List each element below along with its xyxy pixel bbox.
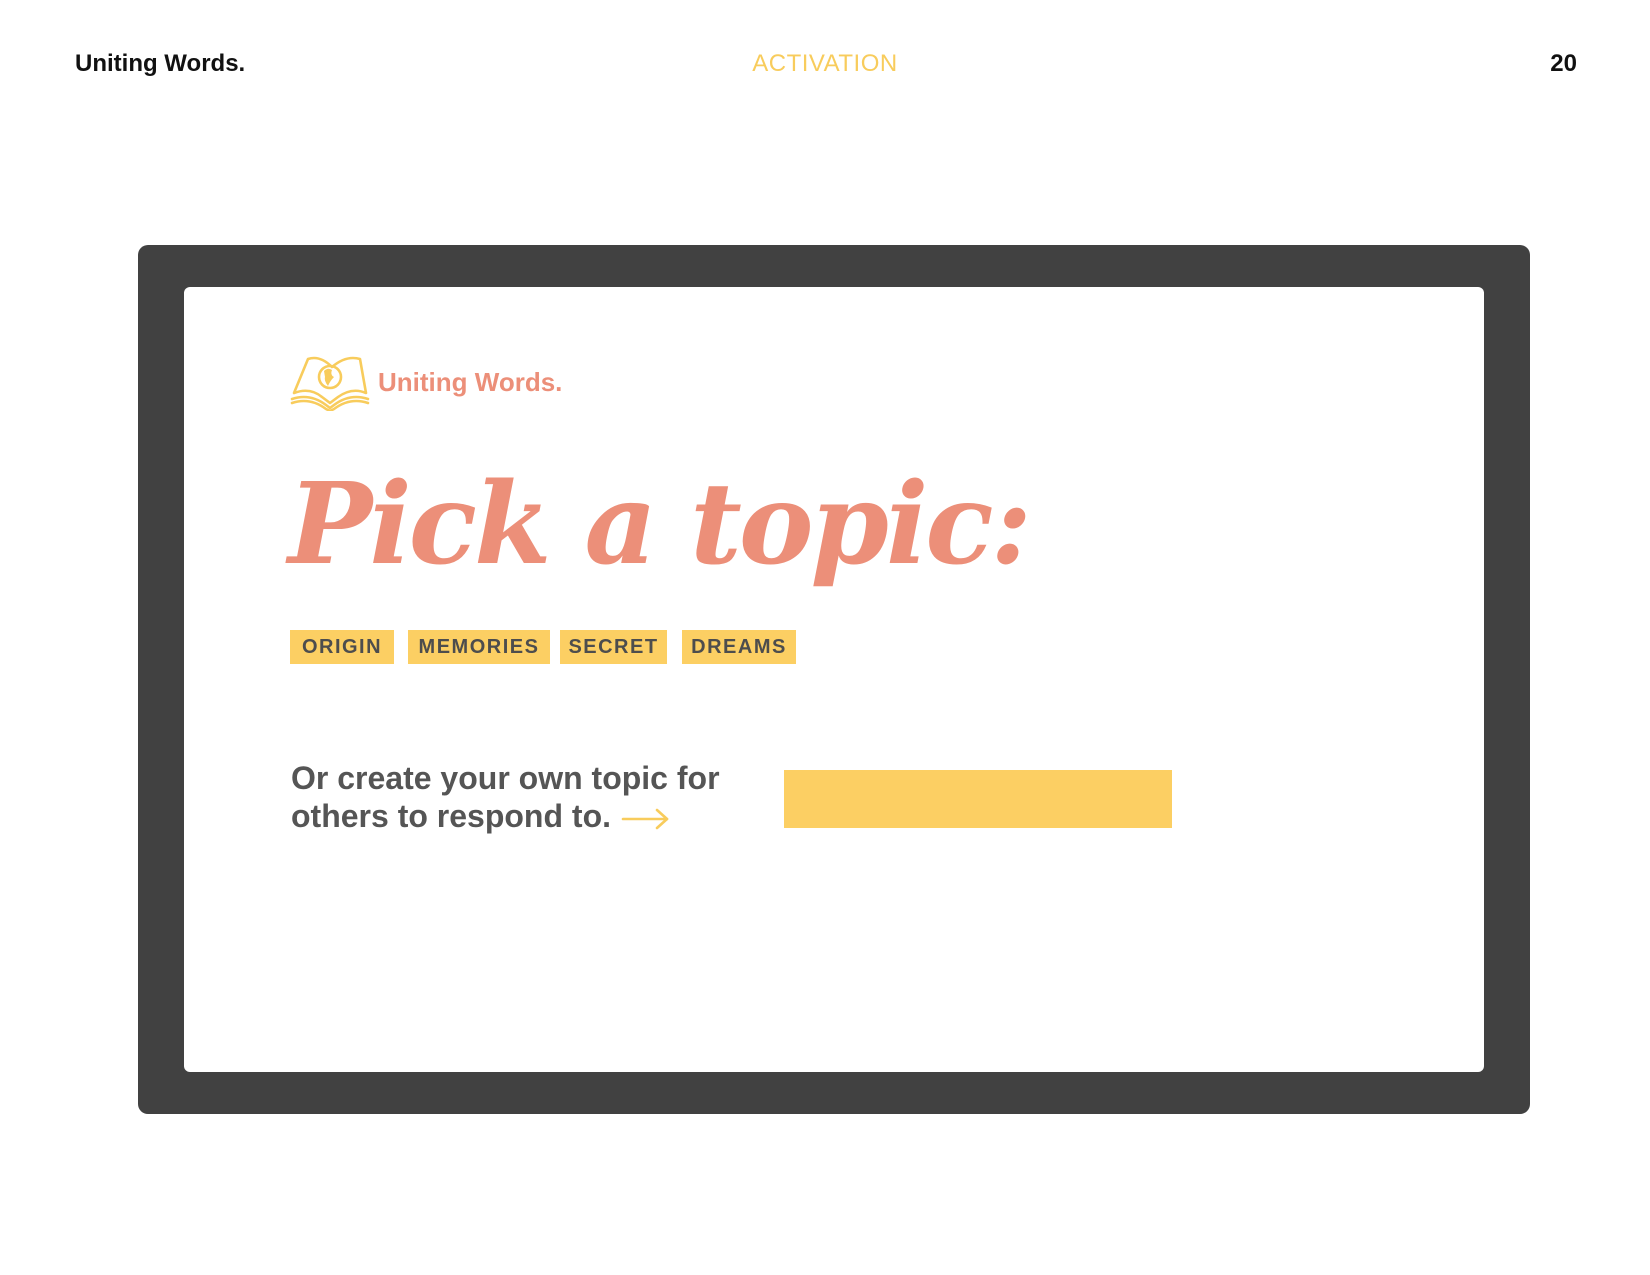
section-title: ACTIVATION <box>752 50 898 77</box>
topic-button-secret[interactable]: SECRET <box>560 630 667 664</box>
page-title: Pick a topic: <box>288 459 1032 590</box>
page: Uniting Words. ACTIVATION 20 Uniting Wor… <box>0 0 1650 1275</box>
custom-topic-prompt: Or create your own topic for others to r… <box>291 759 771 835</box>
arrow-right-icon <box>621 808 669 829</box>
topic-button-dreams[interactable]: DREAMS <box>682 630 796 664</box>
open-book-globe-icon <box>290 356 370 411</box>
device-screen: Uniting Words. Pick a topic: ORIGIN MEMO… <box>184 287 1484 1072</box>
topic-button-memories[interactable]: MEMORIES <box>408 630 550 664</box>
prompt-line-1: Or create your own topic for <box>291 760 720 796</box>
prompt-line-2: others to respond to. <box>291 798 611 834</box>
custom-topic-input[interactable] <box>784 770 1172 828</box>
prompt-line-2-wrap: others to respond to. <box>291 797 771 835</box>
topic-button-origin[interactable]: ORIGIN <box>290 630 394 664</box>
device-frame: Uniting Words. Pick a topic: ORIGIN MEMO… <box>138 245 1530 1114</box>
page-number: 20 <box>1550 50 1577 77</box>
app-logo-text: Uniting Words. <box>378 366 563 397</box>
app-logo: Uniting Words. <box>290 353 562 411</box>
